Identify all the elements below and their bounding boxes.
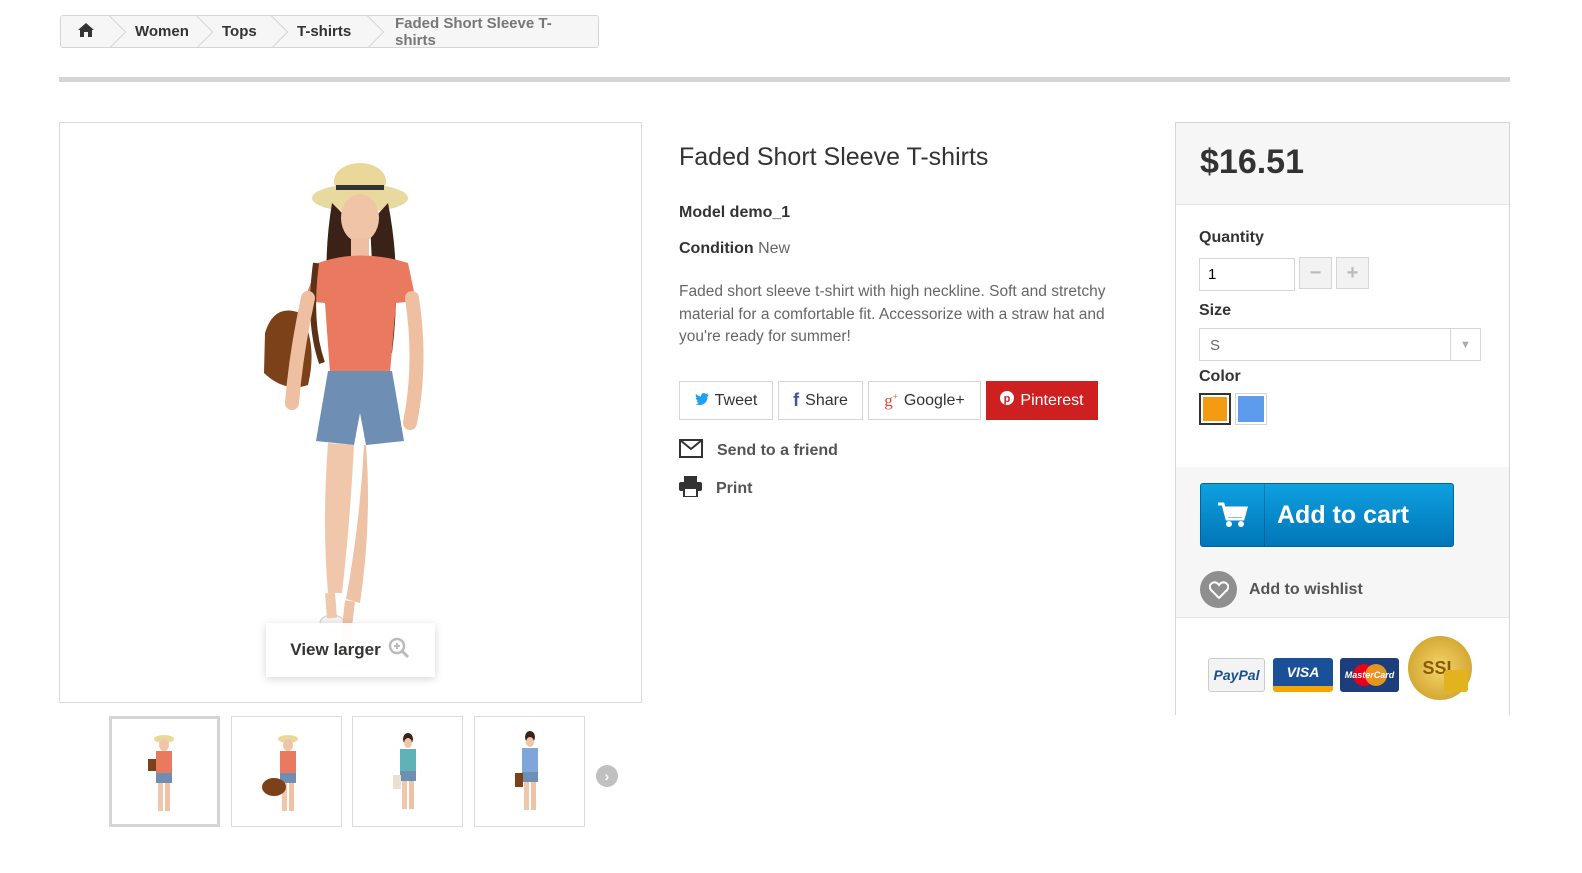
visa-logo: VISA	[1273, 658, 1333, 692]
google-plus-button[interactable]: g+ Google+	[868, 381, 981, 420]
thumbnail-image	[262, 735, 298, 811]
paypal-logo: PayPal	[1208, 658, 1265, 692]
model-label: Model	[679, 204, 726, 221]
add-to-wishlist-label: Add to wishlist	[1249, 580, 1363, 598]
quantity-increase-button[interactable]: +	[1336, 257, 1369, 289]
breadcrumb-label: Tops	[222, 23, 257, 40]
pinterest-label: Pinterest	[1020, 391, 1084, 409]
size-selected-value: S	[1210, 337, 1221, 354]
minus-icon: −	[1309, 261, 1322, 284]
envelope-icon	[679, 439, 703, 463]
thumbnail-image	[515, 731, 538, 810]
thumbnail-4[interactable]	[474, 716, 585, 827]
twitter-icon	[694, 392, 709, 410]
swatch-fill	[1238, 396, 1264, 422]
share-label: Share	[805, 391, 848, 409]
view-larger-label: View larger	[290, 640, 381, 659]
thumbnail-2[interactable]	[231, 716, 342, 827]
thumbnail-image	[393, 733, 416, 809]
cart-area: Add to cart Add to wishlist	[1176, 467, 1509, 617]
quantity-input[interactable]	[1199, 258, 1295, 291]
send-to-friend-link[interactable]: Send to a friend	[679, 439, 838, 463]
plus-icon: +	[1346, 261, 1359, 284]
tweet-button[interactable]: Tweet	[679, 381, 773, 420]
view-larger-button[interactable]: View larger	[266, 623, 435, 677]
condition-value: New	[758, 240, 791, 257]
header-divider	[59, 77, 1510, 82]
product-condition: Condition New	[679, 240, 790, 258]
quantity-label: Quantity	[1199, 229, 1264, 246]
condition-label: Condition	[679, 240, 754, 257]
tweet-label: Tweet	[714, 391, 758, 409]
breadcrumb: Women Tops T-shirts Faded Short Sleeve T…	[60, 15, 599, 48]
print-label: Print	[716, 480, 753, 497]
model-value: demo_1	[729, 204, 791, 221]
add-to-wishlist-link[interactable]: Add to wishlist	[1200, 571, 1363, 608]
thumbnail-1[interactable]	[109, 716, 220, 827]
heart-icon	[1200, 571, 1237, 608]
product-main-image[interactable]	[59, 122, 642, 703]
thumbnail-3[interactable]	[352, 716, 463, 827]
chevron-down-icon: ▼	[1450, 329, 1480, 360]
print-link[interactable]: Print	[679, 476, 752, 502]
quantity-decrease-button[interactable]: −	[1299, 257, 1332, 289]
google-plus-label: Google+	[903, 391, 965, 409]
breadcrumb-current-label: Faded Short Sleeve T-shirts	[395, 15, 552, 48]
product-title: Faded Short Sleeve T-shirts	[679, 143, 989, 171]
add-to-cart-label: Add to cart	[1277, 500, 1409, 529]
send-to-friend-label: Send to a friend	[717, 442, 838, 459]
padlock-icon	[1444, 670, 1468, 692]
size-label: Size	[1199, 302, 1232, 319]
google-plus-icon: g+	[884, 390, 898, 410]
facebook-icon: f	[793, 390, 800, 410]
thumbnail-image	[148, 735, 174, 811]
payment-methods: PayPal VISA MasterCard SSL	[1176, 617, 1509, 715]
size-select[interactable]: S ▼	[1199, 328, 1481, 361]
add-to-cart-button[interactable]: Add to cart	[1200, 483, 1454, 547]
breadcrumb-current: Faded Short Sleeve T-shirts	[369, 16, 598, 47]
mastercard-label: MasterCard	[1344, 670, 1395, 680]
facebook-share-button[interactable]: f Share	[778, 381, 863, 420]
pinterest-icon: p	[1000, 391, 1015, 410]
price-area: $16.51	[1176, 123, 1509, 205]
model-photo	[264, 163, 424, 667]
breadcrumb-label: Women	[135, 23, 189, 40]
shopping-cart-icon	[1201, 484, 1265, 546]
swatch-fill	[1203, 397, 1227, 421]
color-swatch-blue[interactable]	[1235, 393, 1267, 425]
home-icon	[77, 22, 95, 42]
color-label: Color	[1199, 368, 1241, 385]
svg-text:p: p	[1004, 393, 1011, 405]
product-model: Model demo_1	[679, 204, 790, 222]
mastercard-logo: MasterCard	[1340, 658, 1399, 692]
product-description: Faded short sleeve t-shirt with high nec…	[679, 283, 1106, 345]
pinterest-button[interactable]: p Pinterest	[986, 381, 1098, 420]
printer-icon	[679, 476, 702, 502]
breadcrumb-home[interactable]	[61, 16, 111, 47]
zoom-in-icon	[387, 636, 411, 665]
color-swatch-orange[interactable]	[1199, 393, 1231, 425]
product-price: $16.51	[1200, 143, 1304, 181]
breadcrumb-label: T-shirts	[297, 23, 352, 40]
thumbnail-next-icon[interactable]: ›	[596, 765, 618, 787]
